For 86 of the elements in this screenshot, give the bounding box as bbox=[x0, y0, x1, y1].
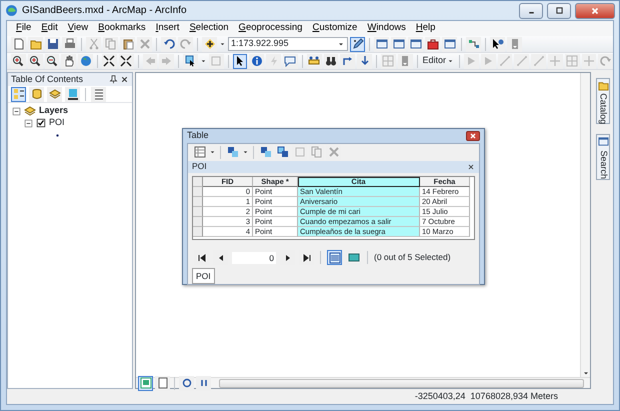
find-icon[interactable] bbox=[324, 54, 338, 68]
window-icon[interactable] bbox=[442, 36, 457, 52]
close-icon[interactable] bbox=[120, 75, 129, 84]
layer-label[interactable]: POI bbox=[49, 116, 65, 130]
menu-item[interactable]: Insert bbox=[150, 21, 184, 36]
selection-status: (0 out of 5 Selected) bbox=[374, 251, 451, 264]
menu-item[interactable]: File bbox=[11, 21, 36, 36]
show-all-records-icon[interactable] bbox=[327, 250, 342, 265]
open-folder-icon[interactable] bbox=[28, 36, 43, 52]
data-view-icon[interactable] bbox=[138, 376, 153, 390]
menu-item[interactable]: Selection bbox=[184, 21, 234, 36]
fixed-zoom-icon[interactable] bbox=[102, 54, 117, 68]
collapse-icon[interactable] bbox=[12, 106, 21, 116]
close-icon bbox=[469, 132, 477, 140]
popup-icon[interactable] bbox=[282, 54, 298, 68]
checkbox[interactable] bbox=[36, 118, 46, 128]
coordinates-readout: -3250403,24 10768028,934 Meters bbox=[414, 390, 558, 403]
menu-item[interactable]: Geoprocessing bbox=[234, 21, 308, 36]
arrow-down-icon[interactable] bbox=[357, 54, 372, 68]
record-field[interactable]: 0 bbox=[232, 252, 276, 264]
catalog-icon bbox=[598, 80, 608, 91]
maximize-button[interactable] bbox=[547, 2, 571, 18]
dock-tab[interactable]: Catalog bbox=[596, 78, 610, 124]
globe-icon[interactable] bbox=[78, 54, 93, 68]
menu-item[interactable]: Bookmarks bbox=[93, 21, 151, 36]
menu-item[interactable]: Edit bbox=[36, 21, 63, 36]
zoom-in-icon[interactable] bbox=[28, 54, 43, 68]
options-icon[interactable] bbox=[91, 86, 106, 102]
group-label[interactable]: Layers bbox=[39, 104, 68, 118]
list-by-visibility-icon[interactable] bbox=[47, 86, 62, 102]
pause-icon[interactable] bbox=[196, 376, 211, 390]
close-icon[interactable] bbox=[467, 162, 475, 170]
table-tab[interactable]: POI bbox=[192, 268, 215, 284]
print-icon[interactable] bbox=[62, 36, 77, 52]
menu-item[interactable]: Windows bbox=[362, 21, 411, 36]
toolbox-icon[interactable] bbox=[425, 36, 440, 52]
scale-combobox[interactable]: 1:173.922.995 bbox=[228, 37, 348, 51]
select-icon[interactable] bbox=[232, 54, 248, 68]
refresh-icon[interactable] bbox=[179, 376, 194, 390]
new-document-icon[interactable] bbox=[11, 36, 26, 52]
list-by-selection-icon[interactable] bbox=[65, 86, 80, 102]
editor-menu[interactable]: Editor bbox=[422, 53, 456, 69]
row-header bbox=[193, 176, 203, 186]
window-icon[interactable] bbox=[408, 36, 423, 52]
window-icon[interactable] bbox=[374, 36, 389, 52]
table-name: POI bbox=[192, 160, 207, 173]
go-to-xy-icon[interactable] bbox=[340, 54, 356, 68]
list-by-drawing-order-icon[interactable] bbox=[11, 86, 26, 102]
layers-icon bbox=[24, 105, 36, 117]
zoom-in-icon[interactable] bbox=[11, 54, 26, 68]
editor-icon[interactable] bbox=[350, 36, 365, 52]
app-icon bbox=[5, 4, 18, 17]
paste-icon[interactable] bbox=[120, 36, 135, 52]
layout-view-icon[interactable] bbox=[155, 376, 170, 390]
measure-icon[interactable] bbox=[306, 54, 322, 68]
zoom-out-icon[interactable] bbox=[44, 54, 60, 68]
panel-title: Table Of Contents bbox=[11, 72, 84, 86]
add-data-icon[interactable] bbox=[202, 36, 217, 52]
save-icon[interactable] bbox=[45, 36, 60, 52]
fixed-zoom-icon[interactable] bbox=[118, 54, 134, 68]
window-title: GISandBeers.mxd - ArcMap - ArcInfo bbox=[22, 4, 188, 18]
list-by-source-icon[interactable] bbox=[29, 86, 44, 102]
close-button[interactable] bbox=[466, 130, 480, 141]
identify-icon[interactable] bbox=[249, 54, 264, 68]
overflow-icon[interactable] bbox=[398, 54, 413, 68]
search-icon bbox=[598, 136, 608, 147]
menu-item[interactable]: View bbox=[62, 21, 94, 36]
dock-tab[interactable]: Search bbox=[596, 134, 610, 180]
pan-icon[interactable] bbox=[61, 54, 76, 68]
pin-icon[interactable] bbox=[108, 75, 118, 84]
help-pointer-icon[interactable] bbox=[490, 36, 505, 52]
vertical-scrollbar[interactable] bbox=[580, 73, 590, 377]
point-symbol-icon bbox=[54, 132, 61, 138]
collapse-icon[interactable] bbox=[24, 118, 33, 128]
window-title: Table bbox=[187, 129, 209, 142]
window-icon[interactable] bbox=[391, 36, 406, 52]
select-features-icon[interactable] bbox=[183, 54, 198, 68]
menu-item[interactable]: Help bbox=[410, 21, 440, 36]
close-icon bbox=[590, 6, 600, 16]
maximize-icon bbox=[554, 6, 564, 15]
model-icon[interactable] bbox=[466, 36, 481, 52]
close-button[interactable] bbox=[575, 2, 615, 18]
menu-item[interactable]: Customize bbox=[307, 21, 362, 36]
horizontal-scrollbar[interactable] bbox=[219, 378, 584, 388]
undo-icon[interactable] bbox=[161, 36, 176, 52]
table-options-icon[interactable] bbox=[192, 144, 207, 160]
